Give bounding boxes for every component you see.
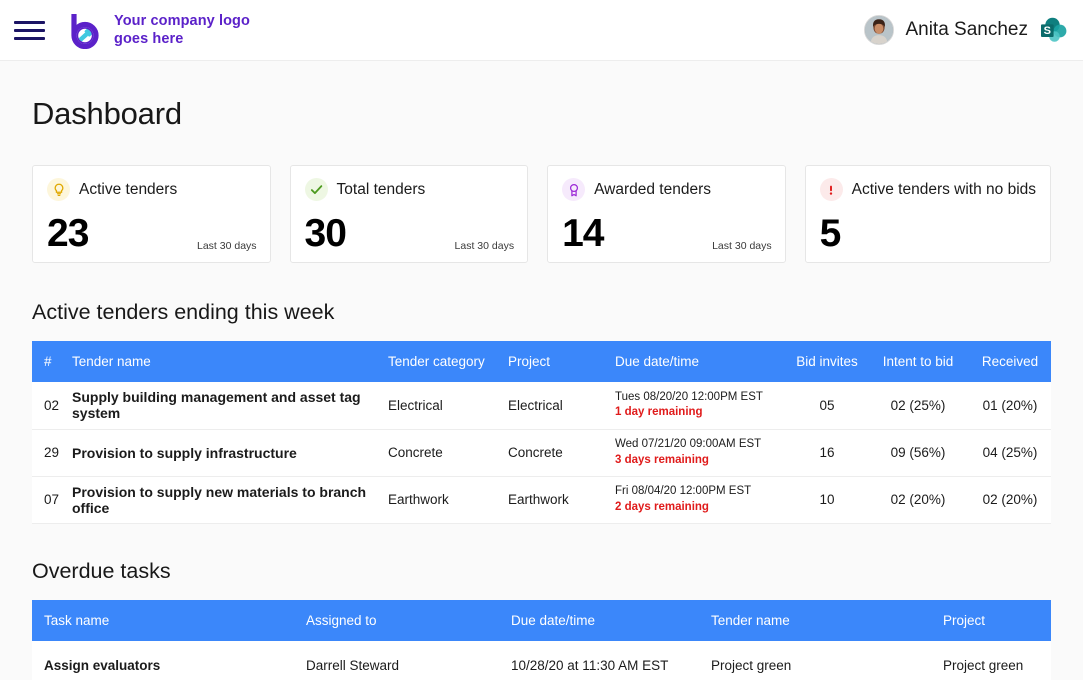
alert-icon [820,178,843,201]
table-header-row: Task name Assigned to Due date/time Tend… [32,600,1051,641]
stat-card-label: Awarded tenders [594,181,711,199]
cell-tender-name: Provision to supply infrastructure [72,429,388,476]
top-navigation-bar: Your company logo goes here Anita Sanche… [0,0,1083,61]
stat-card-label: Active tenders [79,181,177,199]
cell-due-date: Tues 08/20/20 12:00PM EST 1 day remainin… [615,382,787,429]
company-logo-icon [68,11,104,49]
cell-tender-name: Supply building management and asset tag… [72,382,388,429]
cell-received: 01 (20%) [969,382,1051,429]
brand-line-1: Your company logo [114,12,250,30]
cell-intent-to-bid: 09 (56%) [867,429,969,476]
avatar[interactable] [864,15,894,45]
table-row[interactable]: 02 Supply building management and asset … [32,382,1051,429]
column-header-project[interactable]: Project [508,341,615,382]
hamburger-bar [14,21,45,24]
hamburger-bar [14,29,45,32]
due-date-text: Wed 07/21/20 09:00AM EST [615,437,787,451]
cell-number: 07 [32,476,72,523]
stat-card-active-tenders-no-bids[interactable]: Active tenders with no bids 5 [805,165,1051,263]
cell-project: Project green [931,641,1051,680]
column-header-tender-category[interactable]: Tender category [388,341,508,382]
column-header-task-name[interactable]: Task name [32,600,294,641]
cell-tender-name: Project green [699,641,931,680]
column-header-received[interactable]: Received [969,341,1051,382]
column-header-tender-name[interactable]: Tender name [72,341,388,382]
award-icon [562,178,585,201]
cell-intent-to-bid: 02 (25%) [867,382,969,429]
cell-due-date: Fri 08/04/20 12:00PM EST 2 days remainin… [615,476,787,523]
column-header-assigned-to[interactable]: Assigned to [294,600,499,641]
stat-card-awarded-tenders[interactable]: Awarded tenders 14 Last 30 days [547,165,786,263]
column-header-project[interactable]: Project [931,600,1051,641]
user-account-area[interactable]: Anita Sanchez S [864,15,1069,45]
cell-project: Electrical [508,382,615,429]
column-header-intent-to-bid[interactable]: Intent to bid [867,341,969,382]
hamburger-menu-icon[interactable] [14,16,46,44]
due-remaining-text: 1 day remaining [615,405,787,420]
column-header-bid-invites[interactable]: Bid invites [787,341,867,382]
cell-task-name: Assign evaluators [32,641,294,680]
column-header-tender-name[interactable]: Tender name [699,600,931,641]
active-tenders-table: # Tender name Tender category Project Du… [32,341,1051,524]
cell-bid-invites: 10 [787,476,867,523]
lightbulb-icon [47,178,70,201]
cell-received: 02 (20%) [969,476,1051,523]
overdue-tasks-table: Task name Assigned to Due date/time Tend… [32,600,1051,680]
stat-card-footnote: Last 30 days [455,240,515,252]
stat-card-footnote: Last 30 days [197,240,257,252]
overdue-section-title: Overdue tasks [32,559,1051,584]
column-header-due-date[interactable]: Due date/time [615,341,787,382]
cell-intent-to-bid: 02 (20%) [867,476,969,523]
stat-card-label: Active tenders with no bids [852,181,1036,199]
cell-received: 04 (25%) [969,429,1051,476]
cell-assigned-to: Darrell Steward [294,641,499,680]
user-name: Anita Sanchez [905,19,1028,41]
stat-card-value: 5 [820,214,1036,253]
cell-tender-category: Electrical [388,382,508,429]
stat-card-footnote: Last 30 days [712,240,772,252]
stat-card-label: Total tenders [337,181,426,199]
cell-tender-category: Earthwork [388,476,508,523]
cell-project: Earthwork [508,476,615,523]
cell-number: 29 [32,429,72,476]
stat-card-header: Active tenders [47,178,256,201]
stat-card-total-tenders[interactable]: Total tenders 30 Last 30 days [290,165,529,263]
brand-text: Your company logo goes here [114,12,250,49]
table-row[interactable]: 07 Provision to supply new materials to … [32,476,1051,523]
column-header-number[interactable]: # [32,341,72,382]
stat-card-header: Active tenders with no bids [820,178,1036,201]
cell-bid-invites: 16 [787,429,867,476]
column-header-due-date[interactable]: Due date/time [499,600,699,641]
stat-card-header: Total tenders [305,178,514,201]
due-date-text: Tues 08/20/20 12:00PM EST [615,390,787,404]
cell-due-date: Wed 07/21/20 09:00AM EST 3 days remainin… [615,429,787,476]
brand-line-2: goes here [114,30,250,48]
page-title: Dashboard [32,96,1051,132]
sharepoint-icon[interactable]: S [1039,16,1069,44]
table-row[interactable]: 29 Provision to supply infrastructure Co… [32,429,1051,476]
cell-bid-invites: 05 [787,382,867,429]
check-icon [305,178,328,201]
cell-number: 02 [32,382,72,429]
stat-card-active-tenders[interactable]: Active tenders 23 Last 30 days [32,165,271,263]
table-header-row: # Tender name Tender category Project Du… [32,341,1051,382]
page-content: Dashboard Active tenders 23 Last 30 days [0,96,1083,680]
cell-tender-name: Provision to supply new materials to bra… [72,476,388,523]
due-remaining-text: 2 days remaining [615,500,787,515]
cell-tender-category: Concrete [388,429,508,476]
stat-cards-row: Active tenders 23 Last 30 days Total ten… [32,165,1051,263]
cell-due-date: 10/28/20 at 11:30 AM EST [499,641,699,680]
cell-project: Concrete [508,429,615,476]
due-date-text: Fri 08/04/20 12:00PM EST [615,484,787,498]
hamburger-bar [14,37,45,40]
svg-text:S: S [1044,25,1051,37]
due-remaining-text: 3 days remaining [615,453,787,468]
tenders-section-title: Active tenders ending this week [32,300,1051,325]
table-row[interactable]: Assign evaluators Darrell Steward 10/28/… [32,641,1051,680]
brand-logo-link[interactable]: Your company logo goes here [68,11,250,49]
stat-card-header: Awarded tenders [562,178,771,201]
